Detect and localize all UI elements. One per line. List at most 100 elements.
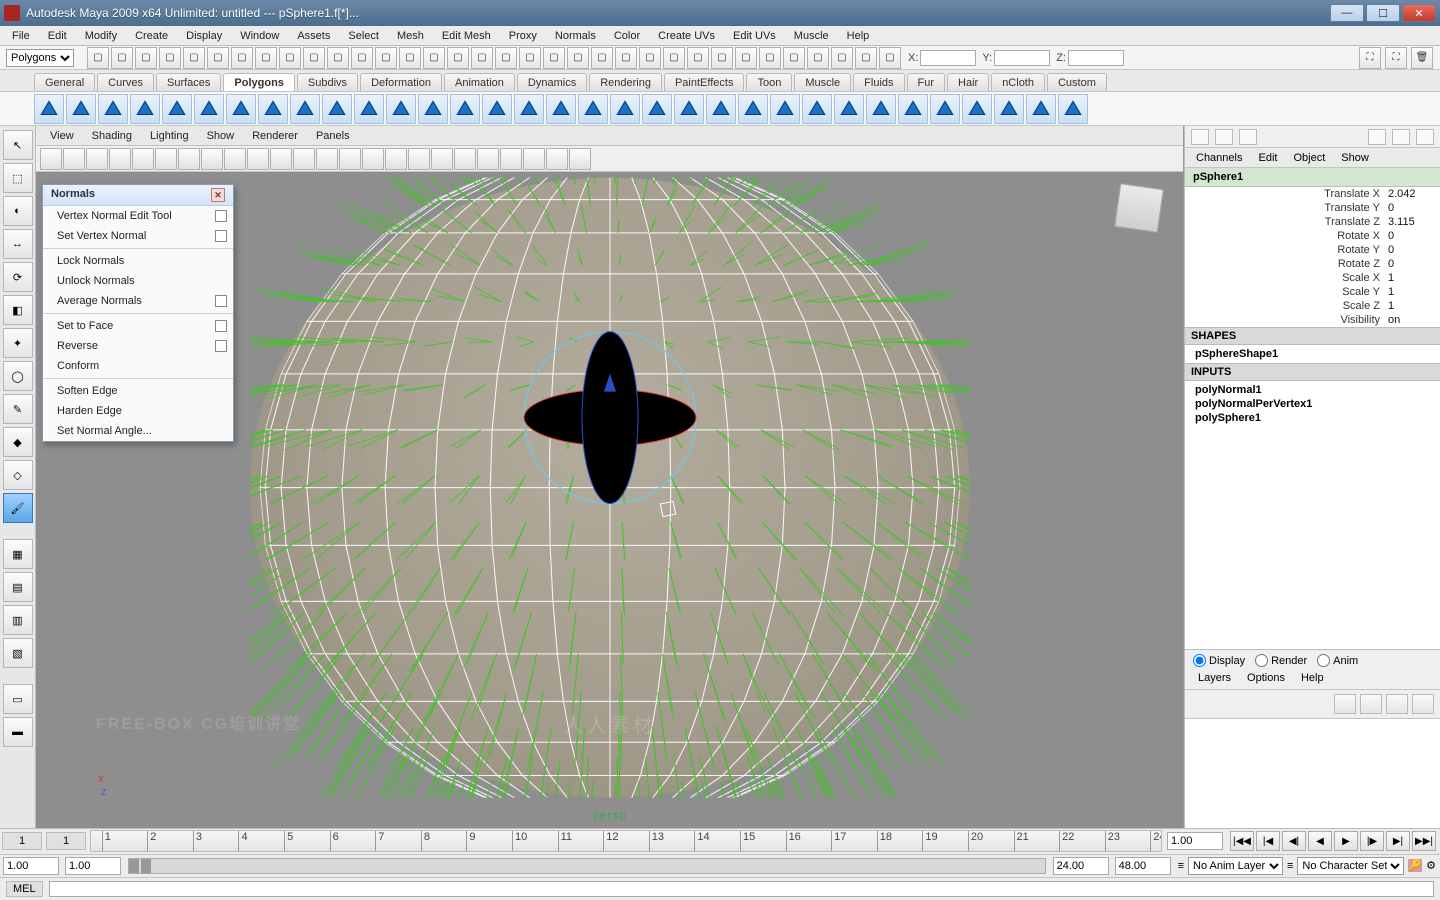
status-tool-7[interactable]: ▢ bbox=[255, 47, 277, 69]
char-set-select[interactable]: No Character Set bbox=[1297, 857, 1404, 875]
tool-1[interactable]: ⬚ bbox=[3, 163, 33, 193]
step-fwd-button[interactable]: ▶| bbox=[1386, 831, 1410, 851]
maximize-button[interactable]: ☐ bbox=[1366, 4, 1400, 22]
option-box-icon[interactable] bbox=[215, 340, 227, 352]
construction-icon[interactable]: ⛶ bbox=[1359, 47, 1381, 69]
layer-icon-4[interactable] bbox=[1412, 694, 1434, 714]
panel-tool-10[interactable] bbox=[270, 148, 292, 170]
tool-19[interactable]: ▬ bbox=[3, 717, 33, 747]
popup-close-icon[interactable]: ✕ bbox=[211, 188, 225, 202]
panel-tool-3[interactable] bbox=[109, 148, 131, 170]
panel-tool-11[interactable] bbox=[293, 148, 315, 170]
shelf-item-24[interactable] bbox=[802, 94, 832, 124]
shelf-item-27[interactable] bbox=[898, 94, 928, 124]
status-tool-1[interactable]: ▢ bbox=[111, 47, 133, 69]
next-key-button[interactable]: |▶ bbox=[1360, 831, 1384, 851]
shelf-item-4[interactable] bbox=[162, 94, 192, 124]
status-tool-23[interactable]: ▢ bbox=[639, 47, 661, 69]
channel-help-icon[interactable] bbox=[1416, 129, 1434, 145]
option-box-icon[interactable] bbox=[215, 320, 227, 332]
shelf-tab-surfaces[interactable]: Surfaces bbox=[156, 73, 221, 91]
script-lang-label[interactable]: MEL bbox=[6, 881, 43, 897]
autokey-button[interactable]: 🔑 bbox=[1408, 859, 1422, 872]
viewcube[interactable] bbox=[1114, 183, 1164, 233]
layer-menu-layers[interactable]: Layers bbox=[1191, 671, 1238, 685]
range-start-field[interactable] bbox=[3, 857, 59, 875]
shelf-tab-toon[interactable]: Toon bbox=[746, 73, 792, 91]
panel-tool-0[interactable] bbox=[40, 148, 62, 170]
menu-create-uvs[interactable]: Create UVs bbox=[650, 28, 723, 44]
shelf-item-15[interactable] bbox=[514, 94, 544, 124]
panel-menu-renderer[interactable]: Renderer bbox=[244, 129, 306, 143]
goto-end-button[interactable]: ▶▶| bbox=[1412, 831, 1436, 851]
attr-translate-z[interactable]: Translate Z3.115 bbox=[1185, 215, 1440, 229]
normals-item-conform[interactable]: Conform bbox=[43, 356, 233, 376]
attr-rotate-x[interactable]: Rotate X0 bbox=[1185, 229, 1440, 243]
time-ruler[interactable]: 123456789101112131415161718192021222324 bbox=[90, 830, 1162, 852]
play-back-button[interactable]: ◀ bbox=[1308, 831, 1332, 851]
layer-icon-1[interactable] bbox=[1334, 694, 1356, 714]
tool-14[interactable]: ▤ bbox=[3, 572, 33, 602]
shelf-item-30[interactable] bbox=[994, 94, 1024, 124]
shelf-tab-fur[interactable]: Fur bbox=[907, 73, 946, 91]
rotate-manipulator[interactable] bbox=[250, 178, 970, 798]
tool-15[interactable]: ▥ bbox=[3, 605, 33, 635]
panel-tool-5[interactable] bbox=[155, 148, 177, 170]
menu-modify[interactable]: Modify bbox=[77, 28, 125, 44]
attr-translate-x[interactable]: Translate X2.042 bbox=[1185, 187, 1440, 201]
menu-edit-mesh[interactable]: Edit Mesh bbox=[434, 28, 499, 44]
panel-menu-view[interactable]: View bbox=[42, 129, 82, 143]
panel-tool-20[interactable] bbox=[500, 148, 522, 170]
anim-layer-icon[interactable]: ≡ bbox=[1178, 860, 1184, 872]
normals-item-soften-edge[interactable]: Soften Edge bbox=[43, 381, 233, 401]
layer-icon-2[interactable] bbox=[1360, 694, 1382, 714]
shelf-item-16[interactable] bbox=[546, 94, 576, 124]
status-tool-26[interactable]: ▢ bbox=[711, 47, 733, 69]
normals-item-average-normals[interactable]: Average Normals bbox=[43, 291, 233, 311]
shelf-item-5[interactable] bbox=[194, 94, 224, 124]
step-back-button[interactable]: |◀ bbox=[1256, 831, 1280, 851]
menu-create[interactable]: Create bbox=[127, 28, 176, 44]
panel-tool-23[interactable] bbox=[569, 148, 591, 170]
menu-assets[interactable]: Assets bbox=[289, 28, 338, 44]
tool-6[interactable]: ✦ bbox=[3, 328, 33, 358]
normals-item-harden-edge[interactable]: Harden Edge bbox=[43, 401, 233, 421]
shelf-item-7[interactable] bbox=[258, 94, 288, 124]
status-tool-28[interactable]: ▢ bbox=[759, 47, 781, 69]
option-box-icon[interactable] bbox=[215, 210, 227, 222]
prefs-button[interactable]: ⚙ bbox=[1426, 859, 1436, 872]
shelf-item-25[interactable] bbox=[834, 94, 864, 124]
shelf-tab-muscle[interactable]: Muscle bbox=[794, 73, 851, 91]
layer-list[interactable] bbox=[1185, 718, 1440, 828]
normals-item-set-vertex-normal[interactable]: Set Vertex Normal bbox=[43, 226, 233, 246]
panel-menu-shading[interactable]: Shading bbox=[84, 129, 140, 143]
range-min-field[interactable] bbox=[1053, 857, 1109, 875]
channel-menu-channels[interactable]: Channels bbox=[1189, 151, 1249, 165]
panel-tool-2[interactable] bbox=[86, 148, 108, 170]
normals-item-set-normal-angle-[interactable]: Set Normal Angle... bbox=[43, 421, 233, 441]
shelf-tab-fluids[interactable]: Fluids bbox=[853, 73, 904, 91]
status-tool-31[interactable]: ▢ bbox=[831, 47, 853, 69]
menu-normals[interactable]: Normals bbox=[547, 28, 604, 44]
layer-radio-anim[interactable]: Anim bbox=[1317, 654, 1358, 667]
attr-scale-y[interactable]: Scale Y1 bbox=[1185, 285, 1440, 299]
coord-y-input[interactable] bbox=[994, 50, 1050, 66]
status-tool-18[interactable]: ▢ bbox=[519, 47, 541, 69]
channel-sphere-icon[interactable] bbox=[1392, 129, 1410, 145]
normals-item-vertex-normal-edit-tool[interactable]: Vertex Normal Edit Tool bbox=[43, 206, 233, 226]
shelf-item-1[interactable] bbox=[66, 94, 96, 124]
status-tool-9[interactable]: ▢ bbox=[303, 47, 325, 69]
shelf-item-29[interactable] bbox=[962, 94, 992, 124]
attr-rotate-z[interactable]: Rotate Z0 bbox=[1185, 257, 1440, 271]
status-tool-25[interactable]: ▢ bbox=[687, 47, 709, 69]
menu-select[interactable]: Select bbox=[340, 28, 387, 44]
channel-layout-icon[interactable] bbox=[1191, 129, 1209, 145]
shelf-item-8[interactable] bbox=[290, 94, 320, 124]
panel-tool-14[interactable] bbox=[362, 148, 384, 170]
panel-tool-13[interactable] bbox=[339, 148, 361, 170]
current-time-field[interactable] bbox=[1167, 832, 1223, 850]
panel-tool-6[interactable] bbox=[178, 148, 200, 170]
shelf-item-13[interactable] bbox=[450, 94, 480, 124]
shelf-item-22[interactable] bbox=[738, 94, 768, 124]
shelf-item-18[interactable] bbox=[610, 94, 640, 124]
